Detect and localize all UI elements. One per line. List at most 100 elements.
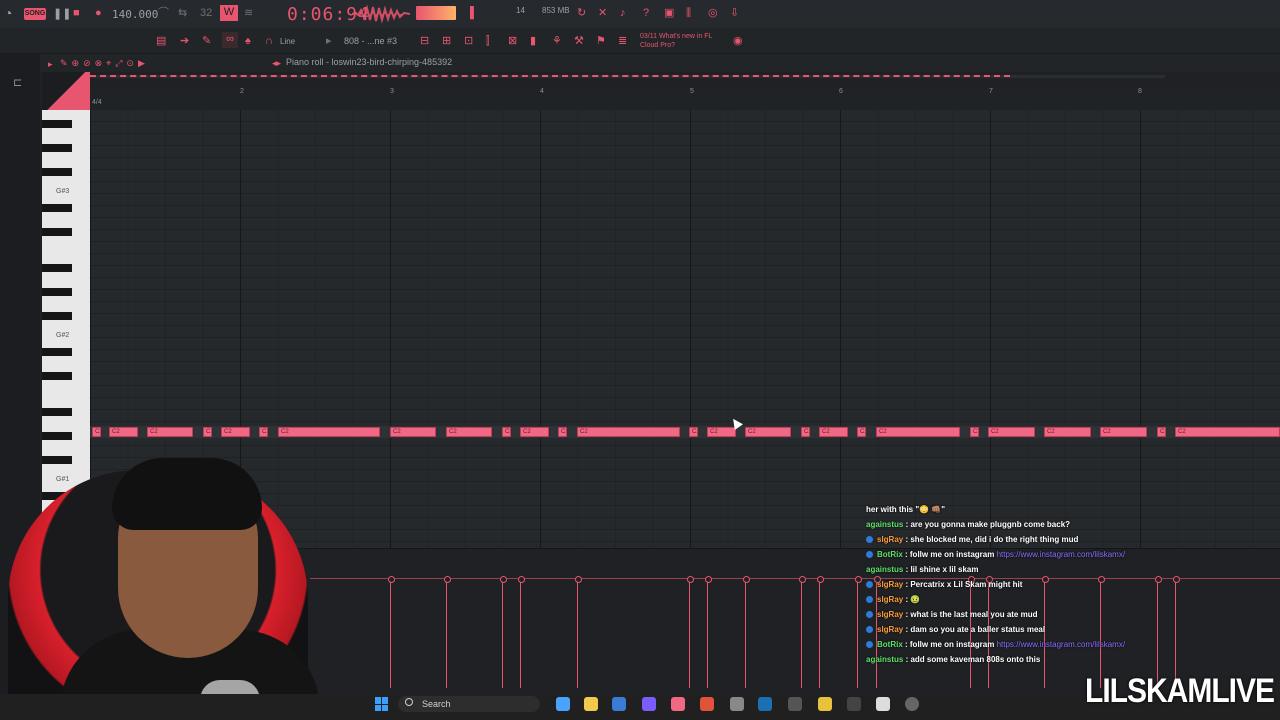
mixer-track-icon[interactable]: ⊟ xyxy=(420,34,429,48)
velocity-bar[interactable] xyxy=(687,576,694,688)
velocity-bar[interactable] xyxy=(705,576,712,688)
undo-icon[interactable]: ↻ xyxy=(577,6,586,20)
play-pattern-icon[interactable]: ▸ xyxy=(326,34,332,48)
save-icon[interactable]: ▣ xyxy=(664,6,674,20)
black-key[interactable] xyxy=(42,144,72,152)
note-c2[interactable]: C2 xyxy=(819,427,848,437)
fl-logo-icon[interactable]: ◔ xyxy=(4,6,12,20)
chat-link[interactable]: https://www.instagram.com/lilskamx/ xyxy=(997,640,1125,649)
velocity-bar[interactable] xyxy=(799,576,806,688)
song-mode-button[interactable]: SONG xyxy=(24,8,46,20)
faders-icon[interactable]: ⫿ xyxy=(486,34,490,48)
black-key[interactable] xyxy=(42,312,72,320)
note-c2[interactable]: C2 xyxy=(203,427,212,437)
velocity-bar[interactable] xyxy=(518,576,525,688)
note-c2[interactable]: C2 xyxy=(1175,427,1280,437)
note-c2[interactable]: C2 xyxy=(801,427,810,437)
note-c2[interactable]: C2 xyxy=(390,427,436,437)
edge-icon[interactable] xyxy=(556,697,570,711)
pattern-selector[interactable]: 808 - ...ne #3 xyxy=(344,35,397,47)
plugin-icon[interactable]: ▮ xyxy=(530,34,536,48)
browser-icon[interactable]: ⊠ xyxy=(508,34,517,48)
velocity-bar[interactable] xyxy=(855,576,862,688)
news-line-2[interactable]: Cloud Pro? xyxy=(640,40,675,52)
black-key[interactable] xyxy=(42,288,72,296)
note-c2[interactable]: C2 xyxy=(147,427,193,437)
note-c2[interactable]: C2 xyxy=(502,427,511,437)
link-icon[interactable]: ∞ xyxy=(222,32,238,48)
capcut-icon[interactable] xyxy=(876,697,890,711)
note-c2[interactable]: C2 xyxy=(259,427,268,437)
chat-icon[interactable]: ◎ xyxy=(708,6,718,20)
piano-roll-menu-icon[interactable]: ◂▸ xyxy=(272,56,281,70)
count-in-icon[interactable]: 32 xyxy=(200,6,212,20)
note-c2[interactable]: C2 xyxy=(707,427,736,437)
wait-record-icon[interactable]: W xyxy=(220,5,238,21)
channel-rack-icon[interactable]: ⫼ xyxy=(686,6,691,20)
piano-keys-icon[interactable]: ▤ xyxy=(156,34,166,48)
scrollbar-thumb[interactable] xyxy=(90,75,1010,78)
note-c2[interactable]: C2 xyxy=(857,427,866,437)
note-c2[interactable]: C2 xyxy=(109,427,138,437)
stamp-icon[interactable]: ♠ xyxy=(245,34,251,48)
windows-start-icon[interactable] xyxy=(375,697,389,711)
piano-roll-tools[interactable]: ✎⊕⊘⊗⌖⤢⊙▶ xyxy=(60,56,149,70)
note-c2[interactable]: C2 xyxy=(92,427,101,437)
black-key[interactable] xyxy=(42,432,72,440)
cloud-icon[interactable]: ⚑ xyxy=(596,34,606,48)
4k-icon[interactable] xyxy=(847,697,861,711)
discord-icon[interactable] xyxy=(642,697,656,711)
pause-icon[interactable]: ❚❚ xyxy=(53,7,71,21)
blend-icon[interactable]: ≋ xyxy=(244,6,253,20)
brave-icon[interactable] xyxy=(700,697,714,711)
note-c2[interactable]: C2 xyxy=(970,427,979,437)
black-key[interactable] xyxy=(42,264,72,272)
note-c2[interactable]: C2 xyxy=(520,427,549,437)
note-c2[interactable]: C2 xyxy=(278,427,380,437)
loop-record-icon[interactable]: ⇆ xyxy=(178,6,187,20)
help-icon[interactable]: ? xyxy=(643,6,649,20)
taskbar-search[interactable] xyxy=(398,696,540,712)
note-c2[interactable]: C2 xyxy=(689,427,698,437)
velocity-bar[interactable] xyxy=(743,576,750,688)
note-c2[interactable]: C2 xyxy=(876,427,960,437)
note-c2[interactable]: C2 xyxy=(1157,427,1166,437)
velocity-bar[interactable] xyxy=(444,576,451,688)
magnet-icon[interactable]: ∩ xyxy=(265,34,273,48)
wrench-icon[interactable]: ⚒ xyxy=(574,34,584,48)
velocity-bar[interactable] xyxy=(575,576,582,688)
black-key[interactable] xyxy=(42,120,72,128)
black-key[interactable] xyxy=(42,168,72,176)
store-icon[interactable] xyxy=(612,697,626,711)
stop-icon[interactable]: ■ xyxy=(73,6,80,20)
tempo-icon[interactable]: ⚘ xyxy=(552,34,562,48)
note-c2[interactable]: C2 xyxy=(745,427,791,437)
pencil-icon[interactable]: ✎ xyxy=(202,34,211,48)
fl-studio-taskbar-icon[interactable] xyxy=(671,697,685,711)
arrow-right-icon[interactable]: ➔ xyxy=(180,34,189,48)
folder-icon[interactable] xyxy=(818,697,832,711)
playlist-icon[interactable]: ⊡ xyxy=(464,34,473,48)
timeline-ruler[interactable] xyxy=(90,86,1280,110)
velocity-bar[interactable] xyxy=(817,576,824,688)
chrome-icon[interactable] xyxy=(730,697,744,711)
chat-link[interactable]: https://www.instagram.com/lilskamx/ xyxy=(997,550,1125,559)
note-c2[interactable]: C2 xyxy=(221,427,250,437)
file-explorer-icon[interactable] xyxy=(584,697,598,711)
note-c2[interactable]: C2 xyxy=(577,427,680,437)
tempo-display[interactable]: 140.000 xyxy=(112,8,158,21)
metronome-icon[interactable]: ⌒ xyxy=(158,6,169,20)
app-icon[interactable] xyxy=(788,697,802,711)
account-icon[interactable]: ◉ xyxy=(733,34,743,48)
record-icon[interactable]: ● xyxy=(95,6,102,20)
velocity-bar[interactable] xyxy=(388,576,395,688)
note-c2[interactable]: C2 xyxy=(1100,427,1147,437)
black-key[interactable] xyxy=(42,372,72,380)
obs-icon[interactable] xyxy=(905,697,919,711)
note-c2[interactable]: C2 xyxy=(558,427,567,437)
steam-icon[interactable] xyxy=(758,697,772,711)
target-icon[interactable]: ⊏ xyxy=(13,76,22,90)
note-c2[interactable]: C2 xyxy=(1044,427,1091,437)
note-c2[interactable]: C2 xyxy=(446,427,492,437)
list-icon[interactable]: ≣ xyxy=(618,34,627,48)
